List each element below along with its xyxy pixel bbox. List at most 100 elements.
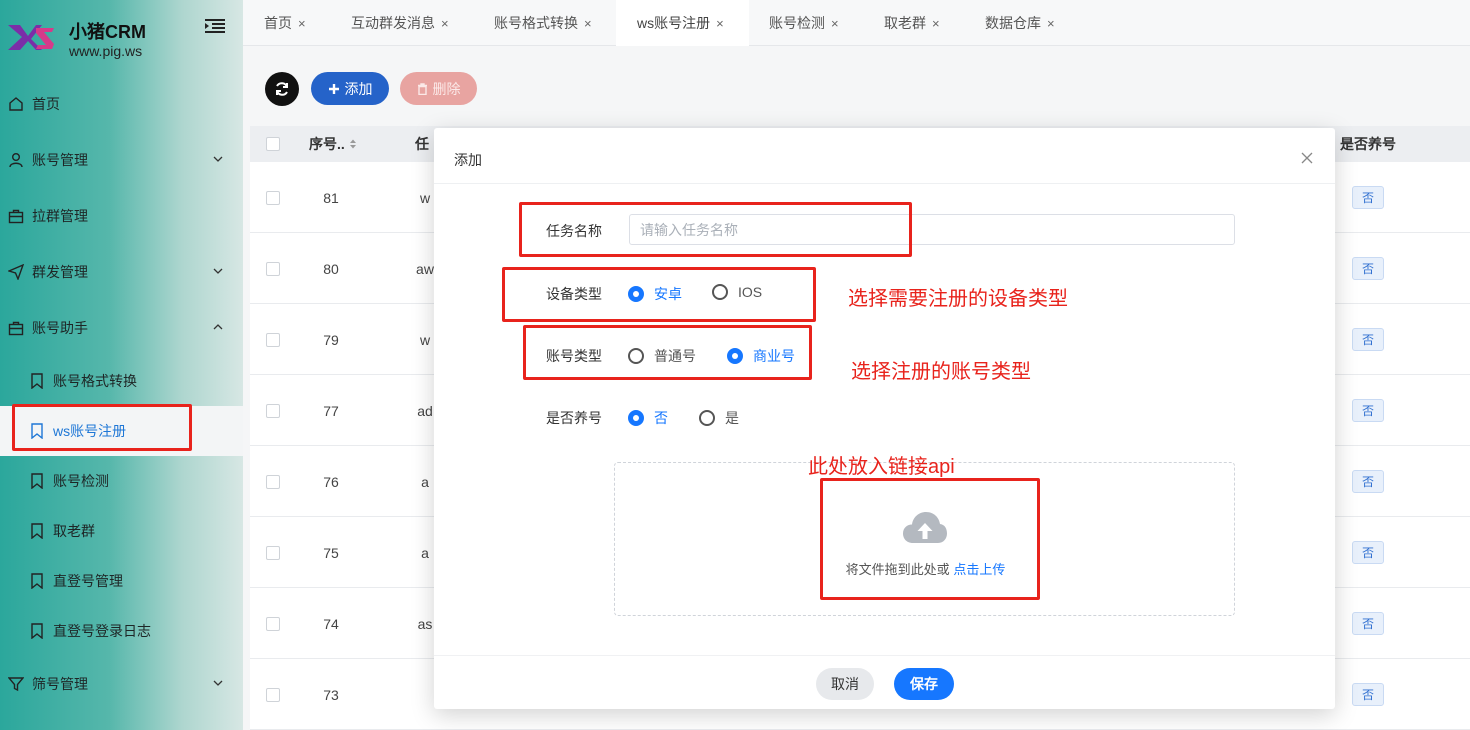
delete-button[interactable]: 删除 (400, 72, 477, 105)
task-name-input[interactable] (629, 214, 1235, 245)
sidebar-subitem-format-convert[interactable]: 账号格式转换 (0, 356, 243, 406)
close-icon[interactable]: × (298, 16, 306, 31)
column-label: 任 (415, 136, 429, 152)
raise-no-radio[interactable]: 否 (628, 408, 668, 428)
cell-raise: 否 (1340, 304, 1396, 375)
cell-raise: 否 (1340, 588, 1396, 659)
cancel-button[interactable]: 取消 (816, 668, 874, 700)
status-badge: 否 (1351, 470, 1384, 493)
cell-seq: 79 (323, 331, 339, 348)
add-button-label: 添加 (344, 80, 373, 97)
sidebar-subitem-ws-register[interactable]: ws账号注册 (0, 406, 243, 456)
account-normal-radio[interactable]: 普通号 (628, 346, 696, 366)
brand-title: 小猪CRM (69, 22, 146, 42)
raise-yes-radio[interactable]: 是 (699, 408, 739, 428)
tab-label: 首页 (264, 15, 292, 31)
sidebar-item-account-assistant[interactable]: 账号助手 (0, 300, 243, 356)
row-checkbox[interactable] (266, 588, 280, 659)
tab-account-check[interactable]: 账号检测 × (769, 0, 839, 46)
column-seq[interactable]: 序号.. (309, 126, 358, 162)
status-badge: 否 (1351, 328, 1384, 351)
tab-ws-register[interactable]: ws账号注册 × (616, 0, 749, 46)
close-icon[interactable] (1301, 152, 1313, 164)
chevron-down-icon (213, 156, 223, 162)
cell-seq: 73 (323, 686, 339, 703)
sidebar-item-account-management[interactable]: 账号管理 (0, 132, 243, 188)
cell-raise: 否 (1340, 233, 1396, 304)
row-checkbox[interactable] (266, 517, 280, 588)
logo-icon (8, 25, 54, 50)
sidebar-subitem-label: 账号检测 (53, 473, 109, 489)
brand-subtitle: www.pig.ws (69, 43, 143, 59)
radio-label: IOS (738, 284, 763, 300)
briefcase-icon (8, 321, 24, 336)
logo: 小猪CRM www.pig.ws (6, 14, 236, 64)
tab-label: ws账号注册 (637, 15, 711, 31)
close-icon[interactable]: × (584, 16, 592, 31)
upload-dropzone[interactable]: 将文件拖到此处或 点击上传 (614, 462, 1235, 616)
tab-format-convert[interactable]: 账号格式转换 × (494, 0, 592, 46)
status-badge: 否 (1351, 612, 1384, 635)
chevron-down-icon (213, 268, 223, 274)
row-checkbox[interactable] (266, 375, 280, 446)
select-all-checkbox[interactable] (266, 126, 280, 162)
device-ios-radio[interactable]: IOS (712, 284, 762, 300)
sidebar-subitem-direct-login-log[interactable]: 直登号登录日志 (0, 606, 243, 656)
sidebar-subitem-account-check[interactable]: 账号检测 (0, 456, 243, 506)
add-button[interactable]: 添加 (311, 72, 389, 105)
tab-data-warehouse[interactable]: 数据仓库 × (985, 0, 1055, 46)
row-checkbox[interactable] (266, 162, 280, 233)
tab-label: 账号格式转换 (494, 15, 578, 31)
tab-bar: 首页 × 互动群发消息 × 账号格式转换 × ws账号注册 × 账号检测 × 取老群 × 数… (243, 0, 1470, 46)
sidebar-item-filter[interactable]: 筛号管理 (0, 656, 243, 712)
refresh-button[interactable] (265, 72, 299, 106)
status-badge: 否 (1351, 257, 1384, 280)
close-icon[interactable]: × (932, 16, 940, 31)
sidebar-subitem-old-groups[interactable]: 取老群 (0, 506, 243, 556)
row-checkbox[interactable] (266, 446, 280, 517)
sidebar-item-group-pull[interactable]: 拉群管理 (0, 188, 243, 244)
account-business-radio[interactable]: 商业号 (727, 346, 795, 366)
cloud-upload-icon (903, 512, 947, 543)
sidebar-subitem-label: ws账号注册 (53, 423, 127, 439)
sidebar: 小猪CRM www.pig.ws 首页 账号管理 拉群管理 群发管理 账号助手 … (0, 0, 243, 730)
trash-icon (417, 82, 427, 95)
bookmark-icon (31, 623, 43, 639)
close-icon[interactable]: × (441, 16, 449, 31)
tab-interactive-broadcast[interactable]: 互动群发消息 × (351, 0, 449, 46)
sort-icon[interactable] (348, 138, 358, 150)
bookmark-icon (31, 373, 43, 389)
annotation-upload: 此处放入链接api (808, 456, 955, 478)
device-android-radio[interactable]: 安卓 (628, 284, 682, 304)
radio-label: 商业号 (753, 348, 795, 364)
close-icon[interactable]: × (831, 16, 839, 31)
cell-raise: 否 (1340, 517, 1396, 588)
tab-old-groups[interactable]: 取老群 × (884, 0, 940, 46)
cell-seq: 77 (323, 402, 339, 419)
user-icon (9, 153, 23, 168)
row-checkbox[interactable] (266, 233, 280, 304)
cell-raise: 否 (1340, 375, 1396, 446)
sidebar-item-home[interactable]: 首页 (0, 76, 243, 132)
tab-home[interactable]: 首页 × (264, 0, 306, 46)
tab-label: 账号检测 (769, 15, 825, 31)
close-icon[interactable]: × (716, 16, 724, 31)
close-icon[interactable]: × (1047, 16, 1055, 31)
sidebar-subitem-label: 取老群 (53, 523, 95, 539)
menu-collapse-icon[interactable] (205, 18, 225, 34)
sidebar-item-broadcast[interactable]: 群发管理 (0, 244, 243, 300)
row-checkbox[interactable] (266, 304, 280, 375)
tab-label: 互动群发消息 (351, 15, 435, 31)
account-type-label: 账号类型 (546, 348, 602, 364)
dialog-title: 添加 (454, 152, 482, 168)
chevron-up-icon (213, 324, 223, 330)
bookmark-icon (31, 523, 43, 539)
save-button[interactable]: 保存 (894, 668, 954, 700)
row-checkbox[interactable] (266, 659, 280, 730)
upload-link[interactable]: 点击上传 (953, 562, 1005, 577)
sidebar-subitem-label: 直登号登录日志 (53, 623, 151, 639)
sidebar-subitem-direct-login[interactable]: 直登号管理 (0, 556, 243, 606)
cell-seq: 81 (323, 189, 339, 206)
cell-raise: 否 (1340, 446, 1396, 517)
cell-seq: 74 (323, 615, 339, 632)
